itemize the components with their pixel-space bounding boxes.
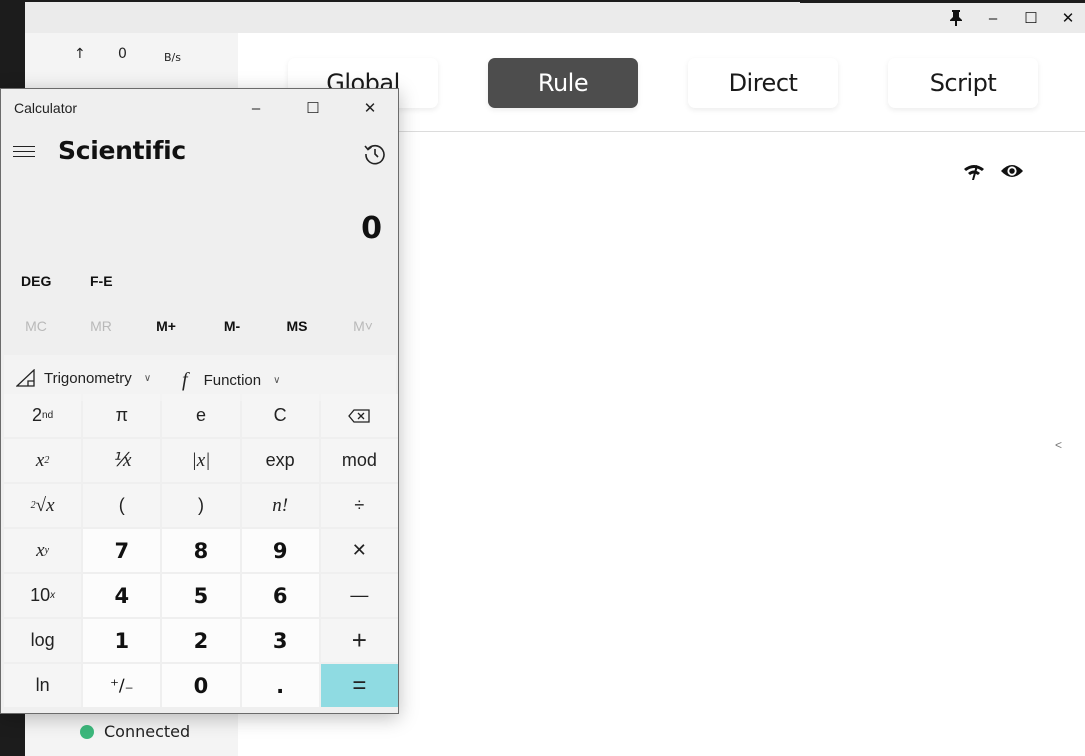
background-top-strip [800, 0, 1085, 3]
digit-8-button[interactable]: 8 [162, 529, 240, 572]
square-button[interactable]: x2 [4, 439, 82, 482]
mod-button[interactable]: mod [320, 439, 398, 482]
decimal-button[interactable]: . [241, 664, 319, 707]
close-button[interactable]: ✕ [1057, 8, 1079, 28]
mode-script-button[interactable]: Script [888, 58, 1038, 108]
second-function-button[interactable]: 2nd [4, 394, 82, 437]
keypad: 2nd π e C x2 ⅟x |x| exp mod 2 √x ( ) n! ÷… [4, 394, 398, 707]
log-button[interactable]: log [4, 619, 82, 662]
upload-speed-value: 0 [118, 46, 127, 62]
status-dot-icon [80, 724, 94, 739]
exp-button[interactable]: exp [241, 439, 319, 482]
pin-icon[interactable] [945, 8, 967, 28]
function-f-icon: f [182, 369, 188, 391]
digit-7-button[interactable]: 7 [83, 529, 161, 572]
digit-6-button[interactable]: 6 [241, 574, 319, 617]
network-icon[interactable] [963, 160, 985, 182]
add-button[interactable]: + [320, 619, 398, 662]
angle-unit-button[interactable]: DEG [21, 273, 51, 289]
calc-maximize-button[interactable]: ☐ [298, 95, 328, 121]
digit-4-button[interactable]: 4 [83, 574, 161, 617]
maximize-button[interactable]: ☐ [1020, 8, 1042, 28]
digit-5-button[interactable]: 5 [162, 574, 240, 617]
digit-2-button[interactable]: 2 [162, 619, 240, 662]
memory-recall-button[interactable]: MR [90, 318, 112, 334]
upload-arrow-icon: ↑ [74, 46, 86, 62]
close-icon: ✕ [1061, 10, 1075, 27]
memory-add-button[interactable]: M+ [156, 318, 176, 334]
digit-3-button[interactable]: 3 [241, 619, 319, 662]
trigonometry-dropdown[interactable]: Trigonometry ∨ [16, 369, 151, 387]
memory-store-button[interactable]: MS [287, 318, 308, 334]
hamburger-menu-icon[interactable] [13, 146, 35, 162]
history-icon[interactable] [363, 142, 387, 166]
power-button[interactable]: xy [4, 529, 82, 572]
chevron-down-icon: ∨ [273, 375, 281, 386]
minimize-icon: – [251, 99, 261, 117]
minimize-button[interactable]: – [982, 8, 1004, 28]
memory-clear-button[interactable]: MC [25, 318, 47, 334]
negate-button[interactable]: ⁺∕₋ [83, 664, 161, 707]
collapse-panel-icon[interactable]: < [1055, 438, 1062, 452]
calc-close-button[interactable]: ✕ [355, 95, 385, 121]
function-dropdown[interactable]: f Function ∨ [182, 369, 280, 392]
digit-0-button[interactable]: 0 [162, 664, 240, 707]
function-label: Function [203, 372, 262, 389]
calculator-window: Calculator – ☐ ✕ Scientific 0 DEG F-E MC… [0, 88, 399, 714]
memory-list-button[interactable]: M˅ [353, 318, 373, 334]
triangle-ruler-icon [16, 369, 35, 387]
pi-button[interactable]: π [83, 394, 161, 437]
upload-speed-unit: B/s [164, 51, 181, 64]
ten-power-button[interactable]: 10 x [4, 574, 82, 617]
open-paren-button[interactable]: ( [83, 484, 161, 527]
reciprocal-button[interactable]: ⅟x [83, 439, 161, 482]
multiply-button[interactable]: ✕ [320, 529, 398, 572]
digit-1-button[interactable]: 1 [83, 619, 161, 662]
fe-button[interactable]: F-E [90, 273, 113, 289]
digit-9-button[interactable]: 9 [241, 529, 319, 572]
backspace-button[interactable] [320, 394, 398, 437]
calculator-title: Calculator [14, 100, 78, 116]
calc-minimize-button[interactable]: – [241, 95, 271, 121]
close-paren-button[interactable]: ) [162, 484, 240, 527]
memory-subtract-button[interactable]: M- [224, 318, 240, 334]
equals-button[interactable]: = [320, 664, 398, 707]
mode-direct-button[interactable]: Direct [688, 58, 838, 108]
minimize-icon: – [988, 9, 998, 27]
calculator-display: 0 [361, 211, 382, 246]
mode-rule-button[interactable]: Rule [488, 58, 638, 108]
clear-button[interactable]: C [241, 394, 319, 437]
subtract-button[interactable]: — [320, 574, 398, 617]
chevron-down-icon: ∨ [143, 372, 152, 384]
connection-status: Connected [80, 722, 190, 741]
factorial-button[interactable]: n! [241, 484, 319, 527]
maximize-icon: ☐ [306, 100, 320, 117]
ln-button[interactable]: ln [4, 664, 82, 707]
eye-icon[interactable] [1001, 160, 1023, 182]
maximize-icon: ☐ [1024, 10, 1038, 27]
square-root-button[interactable]: 2 √x [4, 484, 82, 527]
divide-button[interactable]: ÷ [320, 484, 398, 527]
absolute-button[interactable]: |x| [162, 439, 240, 482]
backspace-icon [348, 408, 370, 423]
background-title-bar [25, 2, 1085, 33]
close-icon: ✕ [363, 100, 377, 117]
status-text: Connected [104, 722, 191, 741]
trigonometry-label: Trigonometry [44, 369, 132, 387]
euler-button[interactable]: e [162, 394, 240, 437]
calculator-mode-title: Scientific [58, 136, 186, 165]
